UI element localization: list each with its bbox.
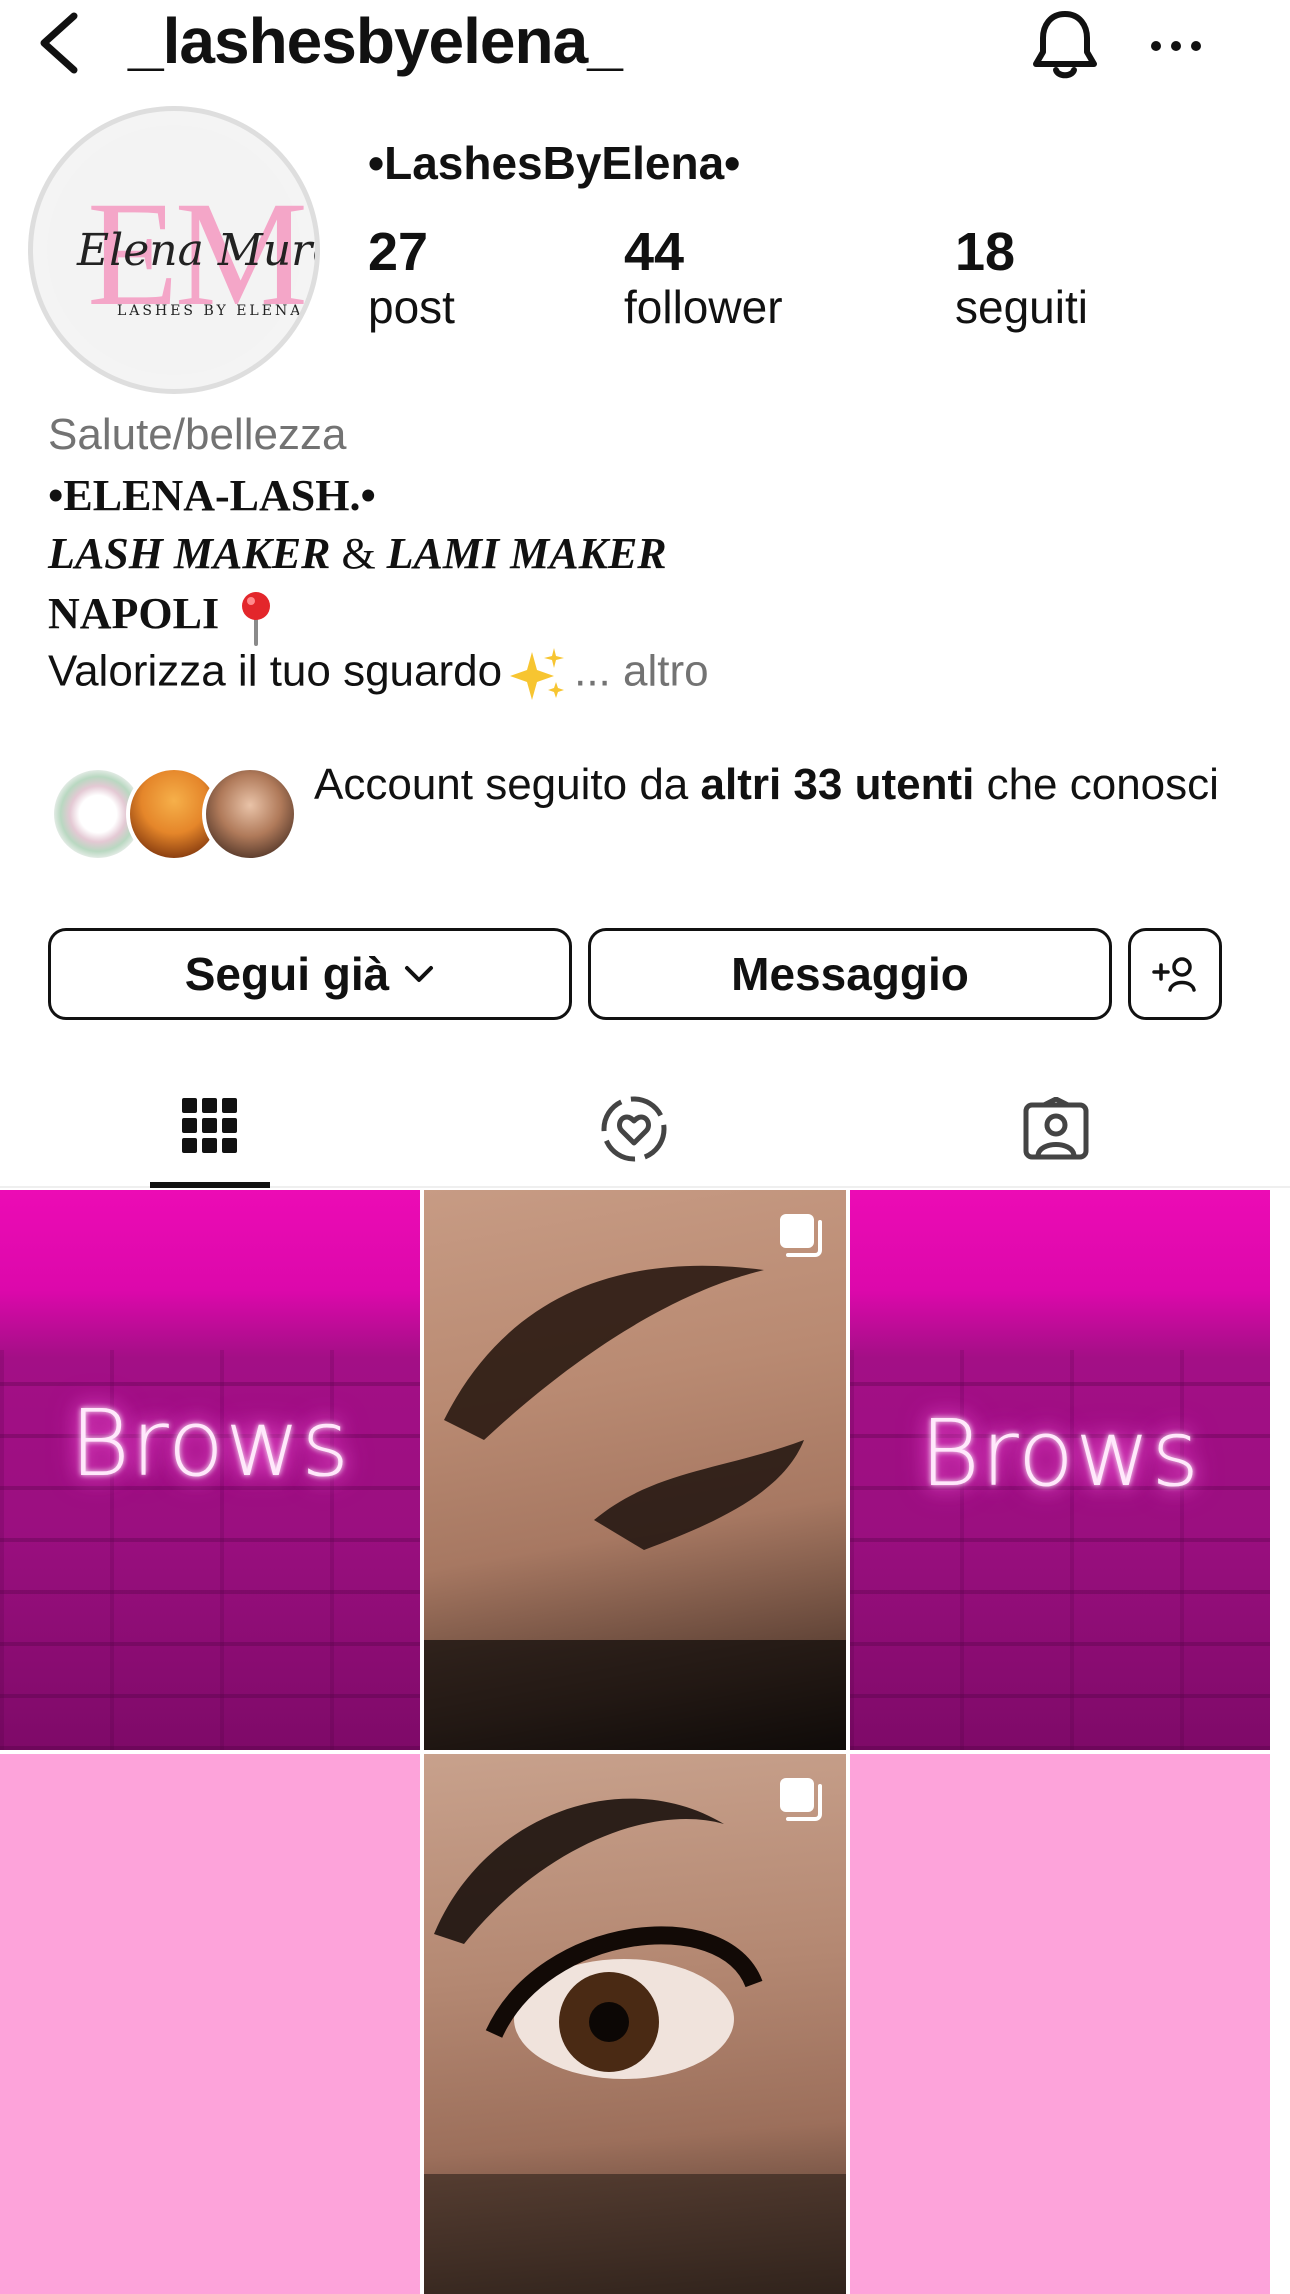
post-neon-text: Brows (69, 1390, 351, 1497)
avatar-tagline: LASHES BY ELENA (117, 303, 304, 319)
mutual-prefix: Account seguito da (314, 760, 689, 809)
grid-icon (182, 1098, 237, 1153)
back-icon[interactable] (30, 8, 90, 78)
profile-username: _lashesbyelena_ (128, 5, 623, 77)
tagged-icon (1023, 1097, 1089, 1160)
mutual-followers-avatars[interactable] (50, 766, 300, 862)
bio-ampersand: & (341, 529, 376, 578)
avatar-logo: EM Elena Murolo LASHES BY ELENA (47, 125, 315, 375)
more-icon[interactable] (1148, 22, 1204, 68)
following-button-label: Segui già (184, 948, 390, 1000)
stat-label: post (368, 281, 455, 334)
post-thumbnail[interactable]: Brows (850, 1190, 1270, 1750)
bio-line-3: NAPOLI (48, 588, 273, 646)
chevron-down-icon (405, 966, 434, 982)
bio-line-1: •ELENA-LASH.• (48, 471, 376, 520)
stat-value: 44 (624, 222, 685, 282)
following-button[interactable]: Segui già (48, 928, 572, 1020)
pin-icon (242, 591, 271, 646)
top-bar: _lashesbyelena_ (0, 0, 1290, 96)
avatar-script-name: Elena Murolo (77, 225, 315, 276)
tab-posts[interactable] (150, 1070, 270, 1188)
stat-following[interactable]: 18 seguiti (955, 222, 1088, 333)
post-thumbnail[interactable] (424, 1754, 846, 2294)
mutual-followers-text[interactable]: Account seguito da altri 33 utenti che c… (314, 756, 1234, 814)
bio-lash-maker: LASH MAKER (48, 529, 331, 578)
bio-more-link[interactable]: altro (623, 647, 709, 696)
tab-tagged[interactable] (996, 1070, 1116, 1188)
carousel-icon (780, 1214, 822, 1257)
avatar (202, 766, 298, 862)
profile-tabs (0, 1070, 1290, 1188)
post-neon-text: Brows (919, 1400, 1201, 1507)
stat-value: 18 (955, 222, 1016, 282)
bio-lami-maker: LAMI MAKER (386, 529, 667, 578)
post-thumbnail[interactable] (850, 1754, 1270, 2294)
bio-line-2: LASH MAKER & LAMI MAKER (48, 528, 667, 579)
bio-tagline: Valorizza il tuo sguardo (48, 646, 503, 696)
mutual-count: altri 33 utenti (700, 760, 975, 809)
post-thumbnail[interactable]: Brows (0, 1190, 420, 1750)
eye-photo (424, 1265, 846, 1750)
stat-label: seguiti (955, 281, 1088, 334)
stat-followers[interactable]: 44 follower (624, 222, 783, 333)
message-button[interactable]: Messaggio (588, 928, 1112, 1020)
bio-more-prefix: ... (574, 646, 611, 696)
mutual-suffix: che conosci (986, 760, 1219, 809)
stat-label: follower (624, 281, 783, 334)
profile-avatar[interactable]: EM Elena Murolo LASHES BY ELENA (28, 106, 320, 394)
profile-category: Salute/bellezza (48, 410, 347, 459)
bio-city: NAPOLI (48, 589, 220, 638)
reels-icon (601, 1096, 667, 1162)
carousel-icon (780, 1778, 822, 1821)
bell-icon[interactable] (1030, 6, 1100, 82)
suggest-people-button[interactable] (1128, 928, 1222, 1020)
stat-value: 27 (368, 222, 429, 282)
tab-reposts[interactable] (574, 1070, 694, 1188)
eye-photo (424, 1798, 846, 2294)
sparkles-icon (510, 648, 565, 700)
add-person-icon (1152, 957, 1196, 992)
bio-line-4: Valorizza il tuo sguardo ... altro (48, 646, 709, 702)
display-name: •LashesByElena• (368, 137, 741, 189)
message-button-label: Messaggio (731, 948, 969, 1000)
stat-posts[interactable]: 27 post (368, 222, 455, 333)
posts-grid: Brows Brows (0, 1190, 1290, 2294)
post-thumbnail[interactable] (0, 1754, 420, 2294)
post-thumbnail[interactable] (424, 1190, 846, 1750)
